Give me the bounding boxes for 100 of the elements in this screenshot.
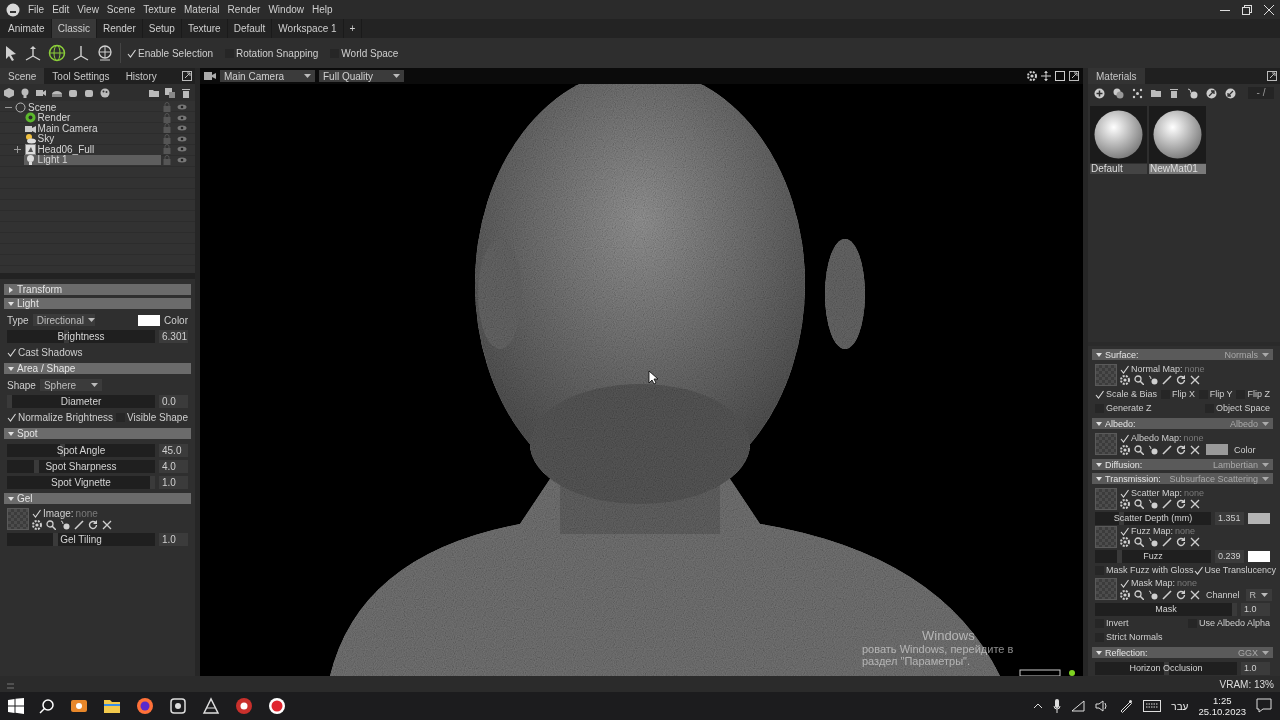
chevron-icon[interactable] — [1033, 703, 1044, 709]
rotate-gizmo-icon[interactable] — [48, 44, 66, 62]
volume-icon[interactable] — [1095, 700, 1110, 712]
move-gizmo-icon[interactable] — [24, 45, 42, 61]
slider-thumb[interactable] — [52, 532, 58, 546]
eyedropper-icon[interactable] — [60, 520, 70, 530]
close-icon[interactable] — [1264, 4, 1274, 15]
value-field[interactable]: 1.0 — [1241, 602, 1270, 616]
clear-icon[interactable] — [1190, 537, 1200, 547]
settings-icon[interactable] — [1120, 375, 1130, 385]
keyboard-icon[interactable] — [1143, 700, 1162, 712]
page-field[interactable]: - / — [1248, 87, 1274, 99]
menu-item[interactable]: Help — [312, 4, 333, 15]
slider-thumb[interactable] — [34, 459, 40, 473]
workspace-tab[interactable]: Classic — [51, 19, 97, 38]
app-icon[interactable] — [70, 697, 88, 715]
menu-item[interactable]: View — [77, 4, 99, 15]
search-icon[interactable] — [1134, 444, 1144, 455]
color-swatch[interactable] — [1248, 512, 1270, 524]
eye-icon[interactable] — [177, 145, 187, 154]
refresh-icon[interactable] — [88, 520, 98, 530]
slider[interactable]: Gel Tiling — [7, 532, 155, 546]
value-field[interactable]: 6.301 — [159, 329, 188, 343]
checkbox[interactable] — [1193, 565, 1203, 575]
start-icon[interactable] — [8, 698, 24, 714]
trash-icon[interactable] — [1169, 88, 1179, 98]
settings-icon[interactable] — [1120, 590, 1130, 600]
expand-arrow-icon[interactable] — [1096, 420, 1102, 427]
expand-arrow-icon[interactable] — [8, 430, 14, 437]
settings-icon[interactable] — [1120, 537, 1130, 547]
section-header[interactable]: Transform — [4, 284, 191, 295]
dropdown[interactable]: Directional — [32, 314, 95, 326]
tree-item[interactable]: Main Camera — [23, 123, 161, 134]
folder-icon[interactable] — [1151, 88, 1161, 98]
pencil-icon[interactable] — [74, 520, 84, 530]
search-icon[interactable] — [1134, 537, 1144, 547]
pencil-icon[interactable] — [1162, 499, 1172, 509]
slider[interactable]: Fuzz — [1095, 549, 1211, 563]
refresh-icon[interactable] — [1176, 499, 1186, 509]
dropdown[interactable]: Sphere — [39, 379, 102, 391]
value-field[interactable]: 0.0 — [159, 394, 188, 408]
lamp-gizmo-icon[interactable] — [96, 44, 114, 62]
tree-item[interactable]: Scene — [14, 102, 159, 113]
menu-item[interactable]: Window — [268, 4, 304, 15]
section-header[interactable]: Transmission: Subsurface Scattering — [1092, 473, 1273, 484]
folder-icon[interactable] — [149, 87, 159, 98]
clock-date[interactable]: 25.10.2023 — [1198, 706, 1246, 717]
pencil-icon[interactable] — [1162, 375, 1172, 385]
panel-tab[interactable]: History — [117, 68, 165, 84]
panel-tab[interactable]: Scene — [0, 68, 45, 84]
panel-tab[interactable]: Materials — [1088, 68, 1145, 84]
notifications-icon[interactable] — [1256, 698, 1272, 714]
section-header[interactable]: Spot — [4, 428, 191, 439]
new-group-icon[interactable] — [165, 87, 175, 98]
cylinder-icon[interactable] — [84, 87, 94, 98]
value-field[interactable]: 1.351 — [1215, 511, 1244, 525]
checkbox[interactable] — [1120, 526, 1129, 536]
eye-icon[interactable] — [177, 103, 187, 112]
expand-arrow-icon[interactable] — [8, 286, 14, 293]
slider[interactable]: Spot Angle — [7, 443, 155, 457]
settings-icon[interactable] — [1120, 499, 1130, 509]
camera-icon[interactable] — [36, 87, 46, 98]
clear-icon[interactable] — [1190, 590, 1200, 600]
color-swatch[interactable] — [1248, 550, 1270, 562]
slider-thumb[interactable] — [1117, 549, 1123, 563]
slider-thumb[interactable] — [1232, 602, 1237, 616]
eye-icon[interactable] — [177, 134, 187, 143]
language-indicator[interactable]: עבר — [1171, 700, 1189, 712]
camera-icon[interactable] — [204, 71, 216, 81]
expand-arrow-icon[interactable] — [8, 300, 14, 307]
refresh-icon[interactable] — [1176, 590, 1186, 600]
menu-item[interactable]: Scene — [106, 4, 136, 15]
microphone-icon[interactable] — [1053, 699, 1062, 713]
menu-item[interactable]: Edit — [52, 4, 70, 15]
popout-icon[interactable] — [1069, 71, 1079, 81]
section-header[interactable]: Area / Shape — [4, 363, 191, 374]
slider-thumb[interactable] — [7, 394, 12, 408]
pen-icon[interactable] — [1119, 699, 1134, 713]
refresh-icon[interactable] — [1176, 444, 1186, 455]
menu-item[interactable]: File — [28, 4, 45, 15]
checkbox[interactable] — [1120, 488, 1129, 498]
expand-arrow-icon[interactable] — [8, 495, 14, 502]
record-icon[interactable] — [268, 697, 286, 715]
network-icon[interactable] — [1071, 700, 1086, 712]
palette-icon[interactable] — [100, 87, 110, 98]
tree-item[interactable]: Light 1 — [23, 154, 161, 165]
section-header[interactable]: Light — [4, 298, 191, 309]
expand-arrow-icon[interactable] — [1096, 649, 1102, 656]
menu-item[interactable]: Material — [184, 4, 220, 15]
value-field[interactable]: 1.0 — [159, 532, 188, 546]
menu-item[interactable]: Texture — [143, 4, 176, 15]
section-header[interactable]: Reflection: GGX — [1092, 647, 1273, 658]
checkbox[interactable] — [1120, 433, 1129, 443]
eyedropper-icon[interactable] — [1187, 87, 1198, 99]
section-header[interactable]: Diffusion: Lambertian — [1092, 459, 1273, 470]
color-swatch[interactable] — [1206, 444, 1228, 455]
slider-thumb[interactable] — [150, 475, 155, 489]
slider[interactable]: Scatter Depth (mm) — [1095, 511, 1211, 525]
search-icon[interactable] — [1134, 499, 1144, 509]
clear-icon[interactable] — [102, 520, 112, 530]
